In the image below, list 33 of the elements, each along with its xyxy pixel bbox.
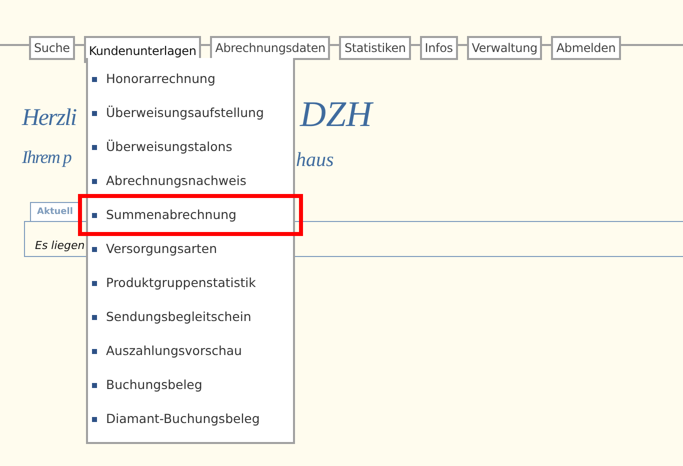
bullet-icon (92, 144, 97, 150)
bullet-icon (92, 246, 97, 252)
menu-item[interactable]: Auszahlungsvorschau (88, 334, 293, 368)
menu-item[interactable]: Buchungsbeleg (88, 368, 293, 402)
bullet-icon (92, 314, 97, 320)
panel-text: Es liegen (35, 239, 85, 252)
nav-tab[interactable]: Abmelden (551, 36, 621, 60)
menu-item[interactable]: Überweisungsaufstellung (88, 96, 293, 130)
bullet-icon (92, 178, 97, 184)
menu-item[interactable]: Sendungsbegleitschein (88, 300, 293, 334)
bullet-icon (92, 110, 97, 116)
bullet-icon (92, 348, 97, 354)
menu-item[interactable]: Produktgruppenstatistik (88, 266, 293, 300)
menu-item[interactable]: Honorarrechnung (88, 62, 293, 96)
greeting-text: Herzli (22, 106, 76, 130)
menu-item[interactable]: Versorgungsarten (88, 232, 293, 266)
nav-tab[interactable]: Abrechnungsdaten (210, 36, 330, 60)
menu-item[interactable]: Abrechnungsnachweis (88, 164, 293, 198)
bullet-icon (92, 280, 97, 286)
greeting-text: DZH (300, 96, 372, 132)
menu-item[interactable]: Diamant-Buchungsbeleg (88, 402, 293, 436)
bullet-icon (92, 212, 97, 218)
greeting-text: Ihrem p (22, 148, 71, 166)
menu-item[interactable]: Summenabrechnung (82, 198, 299, 232)
menu-item[interactable]: Überweisungstalons (88, 130, 293, 164)
nav-tab[interactable]: Verwaltung (466, 36, 542, 60)
greeting-text: haus (296, 150, 334, 170)
nav-tab[interactable]: Infos (420, 36, 458, 60)
bullet-icon (92, 416, 97, 422)
bullet-icon (92, 382, 97, 388)
nav-tab[interactable]: Statistiken (339, 36, 411, 60)
bullet-icon (92, 76, 97, 82)
nav-tab[interactable]: Suche (29, 36, 75, 60)
